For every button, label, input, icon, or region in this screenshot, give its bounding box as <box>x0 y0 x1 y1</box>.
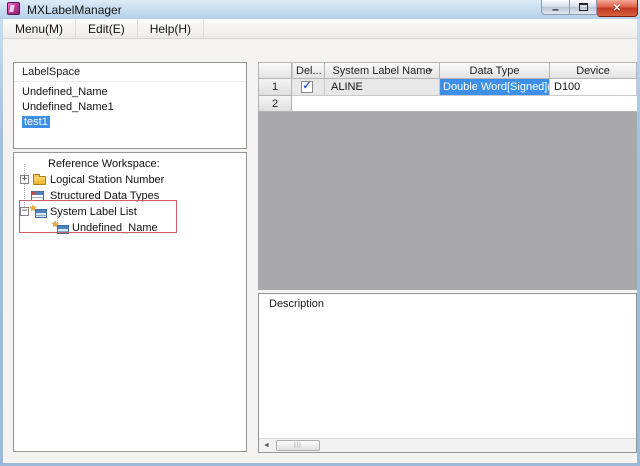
check-icon: ✓ <box>302 81 312 91</box>
collapse-minus-icon[interactable]: − <box>20 207 29 216</box>
tree-node-label: Reference Workspace: <box>48 158 160 170</box>
labelspace-header: LabelSpace <box>14 63 246 82</box>
caption-buttons: – ✕ <box>541 0 638 17</box>
description-header: Description <box>259 294 636 310</box>
structured-data-types-icon <box>31 191 44 201</box>
app-icon <box>7 2 20 15</box>
tree-node-structured-data-types[interactable]: Structured Data Types <box>14 188 244 204</box>
system-label-icon: ★ <box>53 222 69 234</box>
checkbox-checked[interactable]: ✓ <box>301 81 313 93</box>
grid-row-header[interactable]: 2 <box>258 96 292 112</box>
horizontal-scrollbar[interactable]: ◄ ||| <box>259 438 636 452</box>
description-content <box>260 314 635 437</box>
scrollbar-grip-icon: ||| <box>294 442 302 448</box>
star-icon: ★ <box>51 219 59 230</box>
grid-header-del[interactable]: Del... <box>292 62 325 79</box>
grid-cell-name[interactable]: ALINE <box>325 79 440 96</box>
tree-node-label: Undefined_Name <box>72 222 158 234</box>
maximize-icon <box>579 3 588 11</box>
menu-item-menu[interactable]: Menu(M) <box>3 19 76 38</box>
title-bar: MXLabelManager – ✕ <box>0 0 640 19</box>
labelspace-item-selected[interactable]: test1 <box>14 115 246 130</box>
tree-node-label: Structured Data Types <box>50 190 159 202</box>
grid-corner-header[interactable] <box>258 62 292 79</box>
minimize-icon: – <box>552 6 559 12</box>
labelspace-item[interactable]: Undefined_Name1 <box>14 100 246 115</box>
labelspace-panel: LabelSpace Undefined_Name Undefined_Name… <box>13 62 247 149</box>
star-icon: ★ <box>29 203 37 214</box>
grid-row-header[interactable]: 1 <box>258 79 292 96</box>
menu-item-edit[interactable]: Edit(E) <box>76 19 138 38</box>
workspace-tree-panel: Reference Workspace: + Logical Station N… <box>13 152 247 452</box>
tree-node-reference-workspace[interactable]: Reference Workspace: <box>14 156 244 172</box>
tree-node-label: Logical Station Number <box>50 174 164 186</box>
grid-cell-device[interactable]: D100 <box>550 79 637 96</box>
grid-header-device[interactable]: Device <box>550 62 637 79</box>
sort-down-icon[interactable]: ▼ <box>427 64 434 79</box>
minimize-button[interactable]: – <box>541 0 570 15</box>
labelspace-item-label: test1 <box>22 116 50 128</box>
tree-node-label: System Label List <box>50 206 137 218</box>
grid-empty-row[interactable] <box>292 96 637 112</box>
system-label-grid: Del... System Label Name ▼ Data Type Dev… <box>258 62 637 290</box>
close-button[interactable]: ✕ <box>597 0 638 17</box>
tree-node-logical-station-number[interactable]: + Logical Station Number <box>14 172 244 188</box>
folder-icon <box>33 176 46 185</box>
app-window: MXLabelManager – ✕ Menu(M) Edit(E) Help(… <box>0 0 640 466</box>
grid-cell-data-type-selected[interactable]: Double Word[Signed](0... <box>440 79 550 96</box>
grid-header-system-label-name[interactable]: System Label Name ▼ <box>325 62 440 79</box>
description-panel: Description ◄ ||| <box>258 293 637 453</box>
labelspace-item-label: Undefined_Name1 <box>22 101 114 113</box>
tree-node-system-label-list[interactable]: − ★ System Label List <box>14 204 244 220</box>
menu-item-help[interactable]: Help(H) <box>138 19 204 38</box>
labelspace-item[interactable]: Undefined_Name <box>14 85 246 100</box>
scroll-left-icon: ◄ <box>263 442 270 449</box>
system-label-list-icon: ★ <box>31 206 47 218</box>
grid-cell-del[interactable]: ✓ <box>292 79 325 96</box>
expand-plus-icon[interactable]: + <box>20 175 29 184</box>
tree-node-undefined-name[interactable]: ★ Undefined_Name <box>14 220 244 236</box>
scroll-left-button[interactable]: ◄ <box>260 440 273 452</box>
labelspace-item-label: Undefined_Name <box>22 86 108 98</box>
grid-header-label: System Label Name <box>332 65 431 77</box>
window-title: MXLabelManager <box>27 3 122 17</box>
menu-bar: Menu(M) Edit(E) Help(H) <box>3 19 637 39</box>
scrollbar-thumb[interactable]: ||| <box>276 440 320 451</box>
close-icon: ✕ <box>613 3 621 14</box>
maximize-button[interactable] <box>570 0 597 15</box>
grid-header-data-type[interactable]: Data Type <box>440 62 550 79</box>
